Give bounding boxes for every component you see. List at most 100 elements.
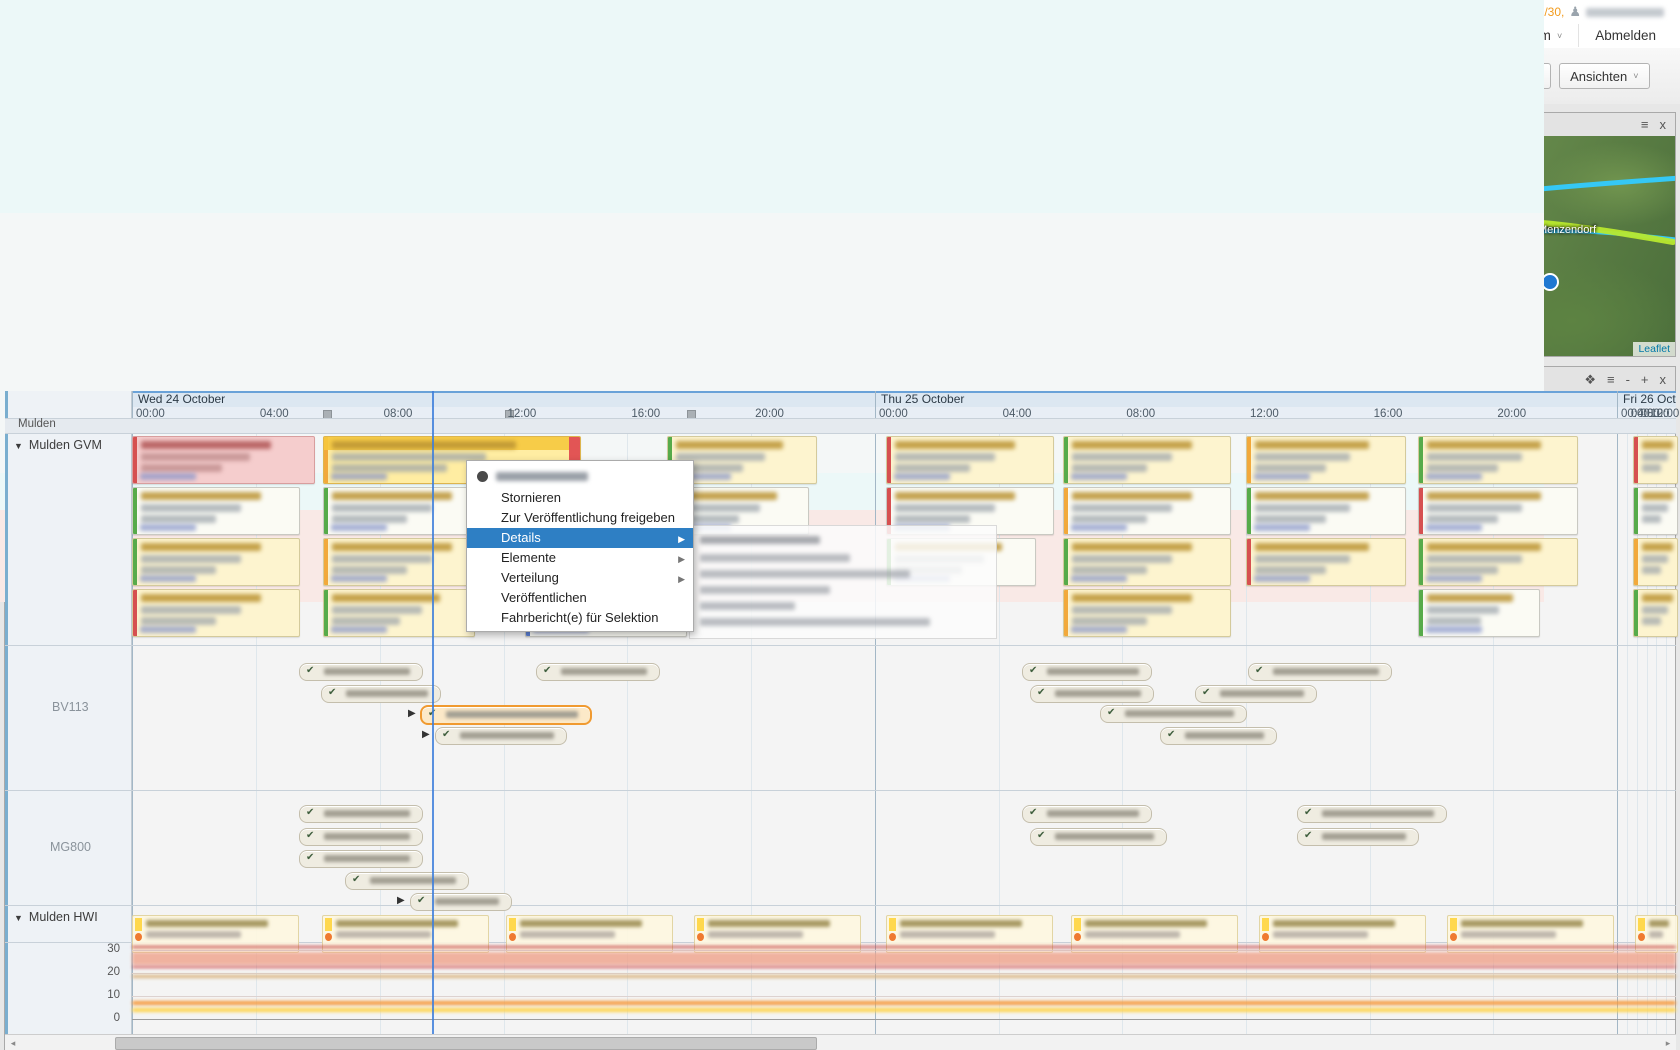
availability-row[interactable]: ▸15m³14-2214-132-2-13: [749, 257, 1187, 277]
menu-icon[interactable]: ≡: [1169, 118, 1177, 132]
table-group-row[interactable]: ▾24.10.2018: [5, 177, 728, 197]
refresh-button[interactable]: ↻Aktualisieren: [1051, 63, 1165, 89]
zoom-out-button[interactable]: −: [1221, 180, 1253, 212]
move-icon[interactable]: ❖: [1146, 118, 1158, 132]
close-icon[interactable]: x: [1188, 118, 1195, 132]
context-menu-item-fahrbericht-e-f-r-selektion[interactable]: Fahrbericht(e) für Selektion: [467, 608, 693, 628]
availability-row[interactable]: ▸4m³33-3-3: [749, 277, 1187, 297]
caret-right-icon[interactable]: ▸: [801, 282, 806, 292]
column-header-zu-ab-gesamt[interactable]: Zu/Ab, Gesamt: [891, 157, 999, 177]
column-header-kundennummer[interactable]: Kundennummer: [276, 157, 383, 177]
caret-down-icon[interactable]: ▾: [777, 222, 782, 232]
caret-right-icon[interactable]: ▸: [801, 322, 806, 332]
caret-right-icon[interactable]: ▸: [777, 202, 782, 212]
caret-right-icon[interactable]: ▸: [43, 322, 48, 332]
table-group-row[interactable]: ▾NWM-BV 113: [5, 197, 728, 217]
tab-karte[interactable]: Karte: [1355, 114, 1407, 136]
date-range-button[interactable]: ▦22. - 26., Oktober˅: [1276, 63, 1429, 89]
column-header-beginn[interactable]: Beginn: [581, 157, 642, 177]
scroll-up-icon[interactable]: ▴: [729, 179, 743, 190]
column-header-tag[interactable]: Tag: [491, 157, 581, 177]
view-button-auftragsliste[interactable]: Auftragsliste: [604, 63, 698, 89]
table-group-row[interactable]: ▸NWM-K 801: [5, 317, 728, 337]
nav-item-anwendungen[interactable]: Anwendungen: [1249, 24, 1368, 47]
column-header-zu-ab-kunden[interactable]: Zu/Ab, Kunden: [1091, 157, 1187, 177]
collapse-all-button[interactable]: −: [34, 139, 51, 154]
availability-row[interactable]: ▸5m³113-311121-1253-11-133: [749, 297, 1187, 317]
tab-verf-gbarkeit[interactable]: Verfügbarkeit: [749, 114, 845, 136]
nav-item-monitoring[interactable]: Monitoring: [1154, 24, 1249, 47]
menu-icon[interactable]: ≡: [1641, 118, 1649, 132]
scroll-right-icon[interactable]: ▸: [729, 344, 743, 355]
column-header-name[interactable]: Name: [5, 157, 151, 177]
caret-right-icon[interactable]: ▸: [801, 302, 806, 312]
column-header-zu-ab-online[interactable]: Zu/Ab, Online: [999, 157, 1091, 177]
expand-all-button[interactable]: +: [754, 139, 771, 154]
column-header-plangruppe[interactable]: Plangruppe: [642, 157, 728, 177]
filter-label-tag[interactable]: Tag: [66, 139, 85, 153]
horizontal-scroll-thumb[interactable]: [765, 343, 1139, 356]
table-row[interactable]: ⚙NWM-BV 11324.10.201813:00Mulden GVM: [5, 297, 728, 317]
caret-down-icon[interactable]: ▾: [13, 182, 18, 192]
table-row[interactable]: ⚙NWM-BV 11324.10.201806:00Mulden GVM: [5, 237, 728, 257]
close-icon[interactable]: x: [1660, 373, 1667, 387]
table-row[interactable]: ⚙NWM-BV 11324.10.201809:00Mulden GVM: [5, 257, 728, 277]
nav-item-system[interactable]: System˅: [1489, 24, 1578, 47]
scroll-left-icon[interactable]: ◂: [750, 344, 764, 355]
horizontal-scroll-thumb[interactable]: [21, 343, 629, 356]
column-header-name[interactable]: Name▲: [749, 157, 891, 177]
scroll-right-icon[interactable]: ▸: [1188, 344, 1202, 355]
availability-row[interactable]: ▾Container186-3654204-30136-63-328: [749, 177, 1187, 197]
tab-verf-gbarkeit-auszug-[interactable]: Verfügbarkeit (Auszug): [1208, 115, 1355, 136]
caret-down-icon[interactable]: ▾: [43, 202, 48, 212]
zoom-in-button[interactable]: +: [1221, 149, 1253, 180]
scroll-down-icon[interactable]: ▾: [729, 327, 743, 338]
vertical-scroll-thumb[interactable]: [731, 193, 744, 241]
move-icon[interactable]: ❖: [1584, 373, 1596, 387]
caret-down-icon[interactable]: ▾: [757, 182, 762, 192]
table-row[interactable]: ⚙NWM-BV 11324.10.201809:00Mulden GVM: [5, 277, 728, 297]
map-body[interactable]: BV113184SchönbergHeimatmuseumSchönbergMe…: [1208, 136, 1675, 356]
collapse-all-button[interactable]: −: [778, 139, 795, 154]
view-button-karte-fahrzeuge[interactable]: Karte/Fahrzeuge: [705, 63, 824, 89]
vertical-scrollbar[interactable]: ▴▾: [1187, 177, 1204, 340]
context-menu-item-elemente[interactable]: Elemente▶: [467, 548, 693, 568]
menu-icon[interactable]: ≡: [1607, 373, 1615, 387]
maximize-icon[interactable]: +: [1641, 373, 1649, 387]
expand-all-button[interactable]: +: [10, 139, 27, 154]
context-menu-item-details[interactable]: Details▶: [467, 528, 693, 548]
vertical-scrollbar[interactable]: ▴▾: [728, 177, 745, 340]
filter-label-resource[interactable]: Resource: [100, 139, 151, 153]
view-button-planung-fahrer[interactable]: Planung/Fahrer: [830, 63, 942, 89]
column-header-resource[interactable]: Resource: [151, 157, 276, 177]
horizontal-scrollbar[interactable]: ◂▸: [5, 340, 744, 357]
close-icon[interactable]: x: [1660, 118, 1667, 132]
close-icon[interactable]: x: [729, 118, 736, 132]
komponenten-button[interactable]: Komponenten˅: [1437, 63, 1551, 89]
column-header-stellungsort[interactable]: Stellungsort: [384, 157, 491, 177]
scroll-up-icon[interactable]: ▴: [1188, 179, 1202, 190]
scroll-left-icon[interactable]: ◂: [6, 344, 20, 355]
menu-icon[interactable]: ≡: [710, 118, 718, 132]
tab-zugeteilt-225-1-selektiert-[interactable]: Zugeteilt (225, 1 selektiert): [5, 114, 175, 136]
scroll-down-icon[interactable]: ▾: [1188, 327, 1202, 338]
minimize-icon[interactable]: -: [1626, 373, 1630, 387]
kontext-button[interactable]: ☑Kontext˅: [1173, 63, 1268, 89]
availability-row[interactable]: ▸7m³314-1114317-31311-14-316: [749, 317, 1187, 337]
layers-button[interactable]: [1226, 302, 1264, 340]
availability-row[interactable]: ▸Abrollcontainer-545-1417-54250814-20502: [749, 197, 1187, 217]
tab-planung[interactable]: Planung (427, 1 selektiert): [5, 369, 173, 391]
ansichten-button[interactable]: Ansichten˅: [1559, 63, 1649, 89]
context-menu-item-ver-ffentlichen[interactable]: Veröffentlichen: [467, 588, 693, 608]
context-menu-item-verteilung[interactable]: Verteilung▶: [467, 568, 693, 588]
horizontal-scrollbar[interactable]: ◂▸: [749, 340, 1203, 357]
nav-item-abmelden[interactable]: Abmelden: [1578, 24, 1672, 47]
vertical-scroll-thumb[interactable]: [1190, 193, 1203, 241]
context-menu-item-zur-ver-ffentlichung-freigeben[interactable]: Zur Veröffentlichung freigeben: [467, 508, 693, 528]
tab-nicht-zugeteilt-202-[interactable]: Nicht zugeteilt (202): [175, 115, 306, 136]
move-icon[interactable]: ❖: [687, 118, 699, 132]
availability-row[interactable]: ▾Absetzmulde674-2034688-76920-39-788: [749, 217, 1187, 237]
context-menu-item-stornieren[interactable]: Stornieren: [467, 488, 693, 508]
caret-right-icon[interactable]: ▸: [801, 262, 806, 272]
caret-right-icon[interactable]: ▸: [801, 242, 806, 252]
